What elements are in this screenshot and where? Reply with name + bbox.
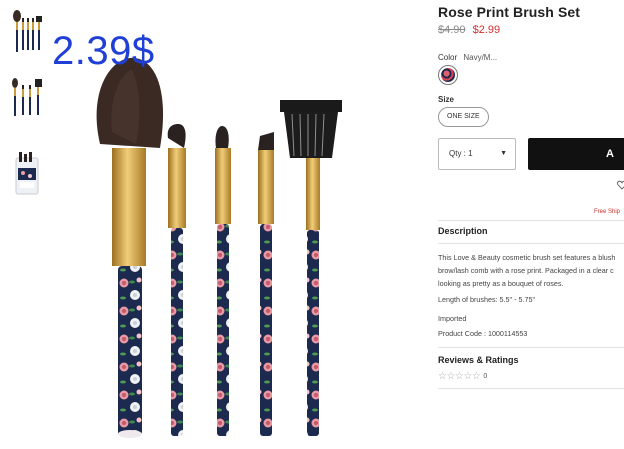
description-line: looking as pretty as a bouquet of roses. [438, 279, 564, 288]
original-price: $4.90 [438, 24, 466, 36]
detail-brush [215, 126, 231, 436]
color-selector-label: Color Navy/M... [438, 53, 497, 62]
free-shipping-link[interactable]: Free Ship [594, 209, 620, 215]
brow-lash-comb [280, 100, 342, 436]
chevron-down-icon: ▼ [500, 150, 507, 157]
product-title: Rose Print Brush Set [438, 4, 581, 20]
sale-price: $2.99 [472, 24, 501, 36]
thumbnail-brush-set-packaged[interactable] [8, 146, 44, 198]
color-swatch-navy-multi[interactable] [438, 65, 458, 85]
size-option-one-size[interactable]: ONE SIZE [438, 107, 489, 127]
thumbnail-brush-set-side[interactable] [8, 71, 44, 123]
origin: Imported [438, 314, 467, 323]
rose-print-swatch-icon [441, 68, 455, 82]
color-value: Navy/M... [463, 53, 498, 62]
reviews-heading[interactable]: Reviews & Ratings [438, 355, 519, 365]
review-count: 0 [483, 373, 487, 380]
quantity-value: Qty : 1 [449, 149, 473, 158]
star-icon: ☆☆☆☆☆ [438, 371, 481, 382]
product-details-panel: Rose Print Brush Set $4.90 $2.99 Color N… [438, 0, 624, 449]
divider [438, 220, 624, 221]
powder-brush [96, 57, 164, 438]
size-label: Size [438, 95, 455, 104]
add-to-bag-button[interactable]: A [528, 138, 624, 170]
brush-length: Length of brushes: 5.5" - 5.75" [438, 295, 536, 304]
overlay-price-annotation: 2.39$ [52, 29, 155, 73]
color-label: Color [438, 53, 458, 62]
product-main-image [70, 52, 370, 446]
description-heading[interactable]: Description [438, 226, 488, 236]
description-line: This Love & Beauty cosmetic brush set fe… [438, 253, 616, 262]
description-text: This Love & Beauty cosmetic brush set fe… [438, 251, 624, 290]
rating-stars[interactable]: ☆☆☆☆☆ 0 [438, 371, 487, 382]
product-code: Product Code : 1000114553 [438, 329, 528, 338]
divider [438, 243, 624, 244]
add-to-bag-label: A [606, 148, 614, 160]
angled-brush [258, 132, 274, 436]
divider [438, 347, 624, 348]
thumbnail-brush-set-front[interactable] [8, 6, 44, 58]
eyeshadow-brush [167, 124, 186, 436]
heart-icon[interactable] [617, 180, 624, 190]
description-line: brow/lash comb with a rose print. Packag… [438, 266, 614, 275]
price-row: $4.90 $2.99 [438, 24, 500, 36]
divider [438, 388, 624, 389]
quantity-select[interactable]: Qty : 1 ▼ [438, 138, 516, 170]
